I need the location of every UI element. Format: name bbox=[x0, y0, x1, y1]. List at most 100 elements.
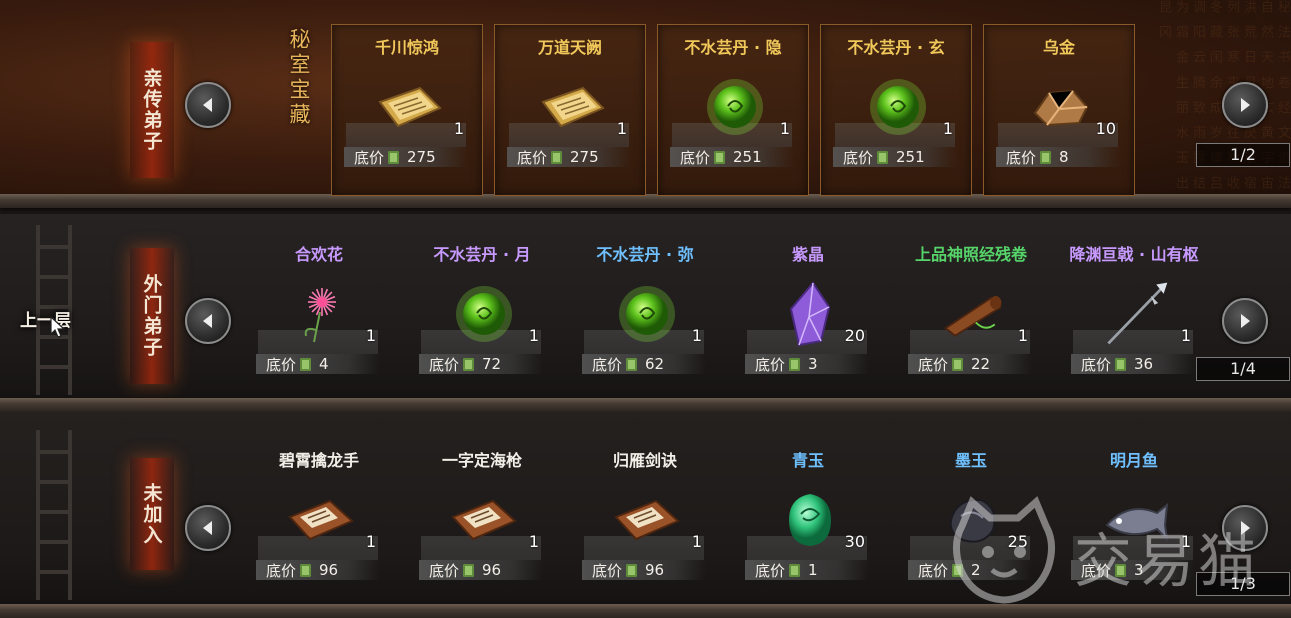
jade-coin-icon bbox=[388, 150, 400, 164]
item-slot[interactable]: 乌金 10 底价 8 bbox=[983, 24, 1135, 196]
base-price-value: 62 bbox=[645, 355, 665, 373]
item-slot[interactable]: 不水芸丹 · 弥 1 底价 62 bbox=[570, 232, 720, 402]
item-price-bar: 底价 22 bbox=[908, 354, 1032, 374]
category-label: 外门弟子 bbox=[140, 274, 163, 358]
item-slot[interactable]: 青玉 30 底价 1 bbox=[733, 438, 883, 608]
next-page-button-row-1[interactable] bbox=[1222, 82, 1268, 128]
shelf-plank bbox=[0, 194, 1291, 208]
triangle-right-icon bbox=[1241, 98, 1250, 112]
prev-page-button-row-1[interactable] bbox=[185, 82, 231, 128]
item-name: 归雁剑诀 bbox=[612, 451, 677, 470]
item-slot[interactable]: 合欢花 1 底价 4 bbox=[244, 232, 394, 402]
triangle-left-icon bbox=[203, 98, 212, 112]
item-quantity: 1 bbox=[1017, 326, 1028, 345]
scroll-book-icon bbox=[537, 73, 607, 141]
jade-coin-icon bbox=[877, 150, 889, 164]
base-price-value: 96 bbox=[645, 561, 665, 579]
ladder-decoration bbox=[36, 430, 72, 600]
item-slot[interactable]: 千川惊鸿 1 底价 275 bbox=[331, 24, 483, 196]
jade-coin-icon bbox=[300, 563, 312, 577]
item-slot[interactable]: 归雁剑诀 1 底价 96 bbox=[570, 438, 720, 608]
triangle-left-icon bbox=[203, 521, 212, 535]
item-price-bar: 底价 8 bbox=[996, 147, 1120, 167]
base-price-label: 底价 bbox=[1081, 355, 1112, 374]
base-price-label: 底价 bbox=[429, 561, 460, 580]
base-price-value: 251 bbox=[733, 148, 762, 166]
item-price-bar: 底价 251 bbox=[670, 147, 794, 167]
item-name: 合欢花 bbox=[294, 245, 343, 264]
item-name: 墨玉 bbox=[954, 451, 987, 470]
item-slot[interactable]: 一字定海枪 1 底价 96 bbox=[407, 438, 557, 608]
category-label: 未加入 bbox=[140, 482, 163, 546]
item-name: 碧霄擒龙手 bbox=[278, 451, 359, 470]
item-price-bar: 底价 96 bbox=[582, 560, 706, 580]
base-price-value: 72 bbox=[482, 355, 502, 373]
item-price-bar: 底价 96 bbox=[419, 560, 543, 580]
scroll-book-icon bbox=[374, 73, 444, 141]
base-price-label: 底价 bbox=[843, 148, 874, 167]
item-slot[interactable]: 不水芸丹 · 月 1 底价 72 bbox=[407, 232, 557, 402]
triangle-left-icon bbox=[203, 314, 212, 328]
prev-page-button-row-3[interactable] bbox=[185, 505, 231, 551]
prev-page-button-row-2[interactable] bbox=[185, 298, 231, 344]
next-page-button-row-2[interactable] bbox=[1222, 298, 1268, 344]
category-tab-outer-disciple[interactable]: 外门弟子 bbox=[130, 248, 174, 384]
base-price-value: 96 bbox=[482, 561, 502, 579]
item-slot[interactable]: 万道天阙 1 底价 275 bbox=[494, 24, 646, 196]
item-slot[interactable]: 紫晶 20 底价 3 bbox=[733, 232, 883, 402]
item-price-bar: 底价 1 bbox=[745, 560, 869, 580]
item-quantity: 1 bbox=[691, 532, 702, 551]
category-tab-not-joined[interactable]: 未加入 bbox=[130, 458, 174, 570]
category-tab-inner-disciple[interactable]: 亲传弟子 bbox=[130, 42, 174, 178]
base-price-value: 1 bbox=[808, 561, 818, 579]
item-quantity: 1 bbox=[365, 326, 376, 345]
item-slot[interactable]: 不水芸丹 · 玄 1 底价 251 bbox=[820, 24, 972, 196]
watermark-text: 交易猫 bbox=[1074, 527, 1261, 595]
base-price-label: 底价 bbox=[592, 355, 623, 374]
item-quantity: 1 bbox=[691, 326, 702, 345]
base-price-label: 底价 bbox=[517, 148, 548, 167]
item-quantity: 1 bbox=[779, 119, 790, 138]
base-price-value: 3 bbox=[808, 355, 818, 373]
item-name: 千川惊鸿 bbox=[374, 38, 439, 57]
item-quantity: 1 bbox=[365, 532, 376, 551]
item-slot[interactable]: 降渊亘戟 · 山有枢 1 底价 36 bbox=[1059, 232, 1209, 402]
jade-coin-icon bbox=[626, 357, 638, 371]
item-price-bar: 底价 251 bbox=[833, 147, 957, 167]
item-quantity: 1 bbox=[528, 532, 539, 551]
item-quantity: 10 bbox=[1095, 119, 1116, 138]
item-name: 不水芸丹 · 玄 bbox=[847, 38, 945, 57]
item-price-bar: 底价 72 bbox=[419, 354, 543, 374]
jade-icon bbox=[775, 486, 845, 554]
item-quantity: 1 bbox=[453, 119, 464, 138]
item-slot[interactable]: 上品神照经残卷 1 底价 22 bbox=[896, 232, 1046, 402]
item-quantity: 1 bbox=[1180, 326, 1191, 345]
base-price-value: 275 bbox=[407, 148, 436, 166]
base-price-label: 底价 bbox=[918, 355, 949, 374]
item-quantity: 1 bbox=[528, 326, 539, 345]
item-slot[interactable]: 不水芸丹 · 隐 1 底价 251 bbox=[657, 24, 809, 196]
base-price-label: 底价 bbox=[755, 561, 786, 580]
flower-icon bbox=[286, 280, 356, 348]
page-indicator: 1/4 bbox=[1196, 357, 1290, 381]
item-name: 不水芸丹 · 月 bbox=[433, 245, 531, 264]
jade-coin-icon bbox=[714, 150, 726, 164]
jade-coin-icon bbox=[551, 150, 563, 164]
jade-coin-icon bbox=[1115, 357, 1127, 371]
crystal-icon bbox=[775, 280, 845, 348]
item-slot[interactable]: 碧霄擒龙手 1 底价 96 bbox=[244, 438, 394, 608]
base-price-value: 96 bbox=[319, 561, 339, 579]
item-price-bar: 底价 275 bbox=[507, 147, 631, 167]
manual-book-icon bbox=[449, 486, 519, 554]
item-name: 紫晶 bbox=[791, 245, 824, 264]
scroll-roll-icon bbox=[938, 280, 1008, 348]
item-quantity: 20 bbox=[844, 326, 865, 345]
item-name: 不水芸丹 · 弥 bbox=[596, 245, 694, 264]
item-quantity: 30 bbox=[844, 532, 865, 551]
green-orb-icon bbox=[612, 280, 682, 348]
green-orb-icon bbox=[700, 73, 770, 141]
item-name: 上品神照经残卷 bbox=[914, 245, 1027, 264]
base-price-value: 251 bbox=[896, 148, 925, 166]
base-price-value: 8 bbox=[1059, 148, 1069, 166]
halberd-icon bbox=[1101, 280, 1171, 348]
